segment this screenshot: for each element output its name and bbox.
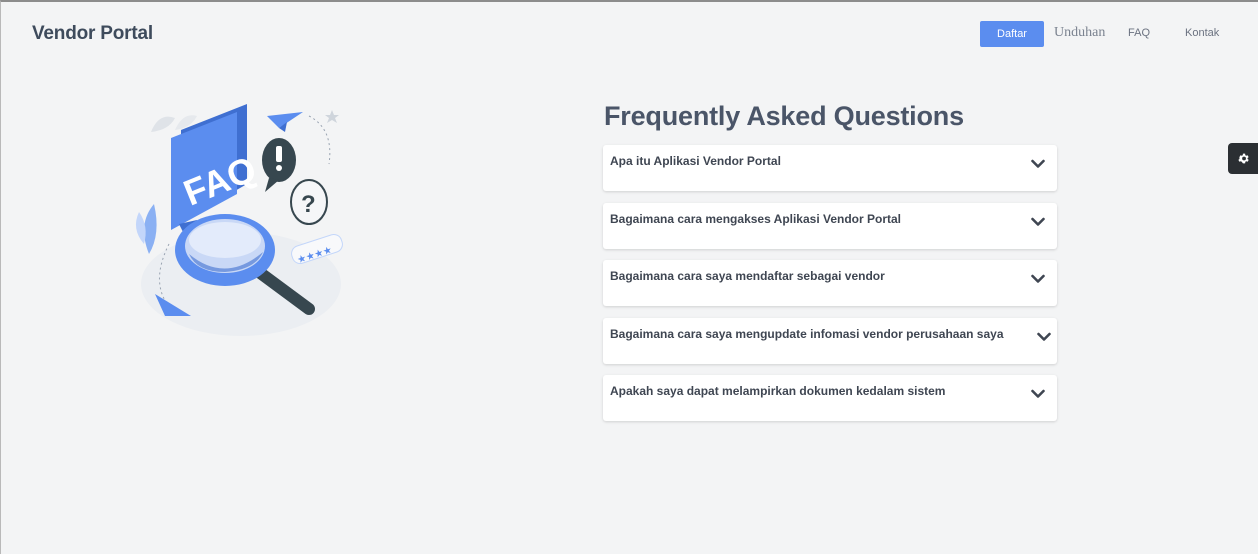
gear-icon xyxy=(1238,153,1249,164)
faq-question: Bagaimana cara saya mengupdate infomasi … xyxy=(610,326,1004,341)
nav-link-downloads[interactable]: Unduhan xyxy=(1054,25,1105,41)
nav-link-faq[interactable]: FAQ xyxy=(1128,27,1150,39)
chevron-down-icon xyxy=(1031,389,1045,398)
brand-logo[interactable]: Vendor Portal xyxy=(32,23,153,45)
faq-accordion: Apa itu Aplikasi Vendor Portal Bagaimana… xyxy=(603,145,1057,433)
faq-question: Bagaimana cara saya mendaftar sebagai ve… xyxy=(610,269,885,283)
svg-text:?: ? xyxy=(301,191,316,218)
settings-button[interactable] xyxy=(1228,143,1258,174)
faq-illustration: FAQ ? ★★★★ xyxy=(129,94,359,344)
nav-link-contact[interactable]: Kontak xyxy=(1185,27,1219,39)
page: Vendor Portal Daftar Unduhan FAQ Kontak … xyxy=(0,0,1258,554)
faq-question: Bagaimana cara mengakses Aplikasi Vendor… xyxy=(610,211,902,226)
register-button[interactable]: Daftar xyxy=(980,21,1044,47)
faq-item[interactable]: Apakah saya dapat melampirkan dokumen ke… xyxy=(603,375,1057,421)
chevron-down-icon xyxy=(1031,274,1045,283)
faq-title: Frequently Asked Questions xyxy=(604,101,964,131)
chevron-down-icon xyxy=(1031,159,1045,168)
faq-question: Apakah saya dapat melampirkan dokumen ke… xyxy=(610,384,946,398)
faq-item[interactable]: Bagaimana cara saya mendaftar sebagai ve… xyxy=(603,260,1057,306)
faq-item[interactable]: Bagaimana cara mengakses Aplikasi Vendor… xyxy=(603,202,1057,249)
faq-item[interactable]: Bagaimana cara saya mengupdate infomasi … xyxy=(603,317,1057,364)
faq-question: Apa itu Aplikasi Vendor Portal xyxy=(610,154,781,168)
faq-item[interactable]: Apa itu Aplikasi Vendor Portal xyxy=(603,145,1057,191)
chevron-down-icon xyxy=(1037,332,1051,341)
chevron-down-icon xyxy=(1031,217,1045,226)
